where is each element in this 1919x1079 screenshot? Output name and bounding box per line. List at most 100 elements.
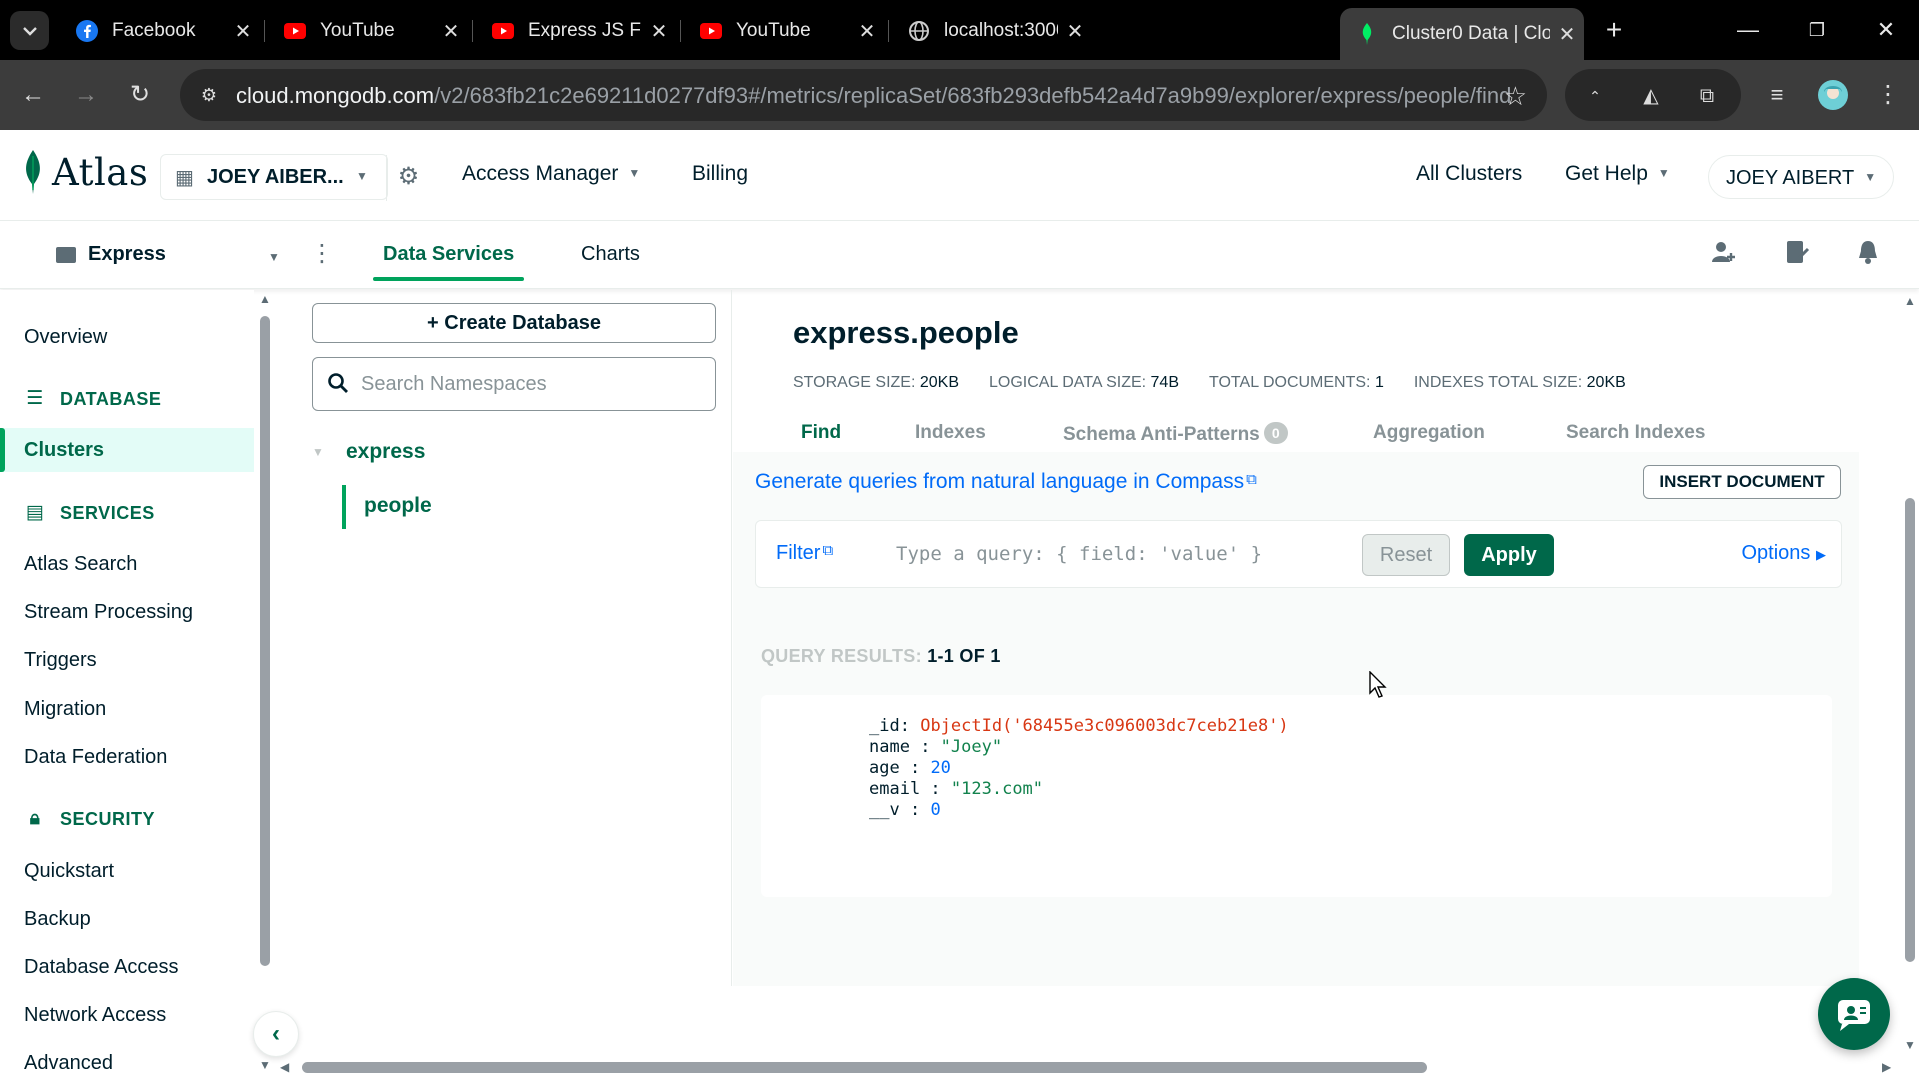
- atlas-top-header: Atlas ▦ JOEY AIBER... ▼ ⚙ Access Manager…: [0, 130, 1919, 221]
- media-control-icon[interactable]: ≡: [1758, 76, 1796, 114]
- caret-down-icon[interactable]: ▼: [268, 250, 280, 264]
- bookmark-star-icon[interactable]: ☆: [1504, 81, 1527, 112]
- services-icon: ▤: [25, 502, 45, 523]
- scroll-up-arrow-icon[interactable]: ▲: [258, 292, 272, 306]
- reload-icon[interactable]: ↻: [121, 76, 159, 114]
- sidebar-item-atlas-search[interactable]: Atlas Search: [24, 553, 137, 576]
- compass-natural-language-link[interactable]: Generate queries from natural language i…: [755, 470, 1257, 494]
- filter-query-input[interactable]: [896, 535, 1346, 573]
- sidebar-item-advanced[interactable]: Advanced: [24, 1052, 113, 1075]
- sidebar-item-backup[interactable]: Backup: [24, 908, 91, 931]
- scrollbar-thumb[interactable]: [260, 316, 270, 966]
- caret-down-icon[interactable]: ▼: [312, 445, 330, 459]
- billing-link[interactable]: Billing: [692, 162, 748, 186]
- profile-avatar-icon[interactable]: [1814, 76, 1852, 114]
- extension-arrow-icon[interactable]: ⌃: [1581, 82, 1609, 110]
- close-window-button[interactable]: ✕: [1864, 10, 1908, 50]
- invite-user-icon[interactable]: [1707, 239, 1741, 273]
- tab-data-services[interactable]: Data Services: [372, 243, 525, 281]
- sidebar-item-clusters[interactable]: Clusters: [24, 439, 104, 462]
- tab-indexes[interactable]: Indexes: [915, 422, 986, 444]
- search-namespaces-field[interactable]: [312, 357, 716, 411]
- address-bar[interactable]: ⚙ cloud.mongodb.com/v2/683fb21c2e69211d0…: [180, 69, 1547, 121]
- tab-schema-anti-patterns[interactable]: Schema Anti-Patterns 0: [1063, 422, 1288, 446]
- site-settings-icon[interactable]: ⚙: [196, 82, 222, 108]
- sidebar-item-overview[interactable]: Overview: [24, 326, 107, 349]
- insert-document-button[interactable]: INSERT DOCUMENT: [1643, 465, 1841, 499]
- access-manager-menu[interactable]: Access Manager ▼: [462, 162, 640, 186]
- scrollbar-thumb[interactable]: [1905, 498, 1915, 962]
- minimize-button[interactable]: —: [1726, 10, 1770, 50]
- browser-tab-cluster0[interactable]: Cluster0 Data | Clo ✕: [1340, 8, 1584, 60]
- close-tab-icon[interactable]: ✕: [1058, 19, 1092, 44]
- all-clusters-link[interactable]: All Clusters: [1416, 162, 1522, 186]
- browser-tab-express-js[interactable]: Express JS Full Cou ✕: [476, 10, 676, 52]
- browser-tab-youtube[interactable]: YouTube ✕: [268, 10, 468, 52]
- puzzle-extensions-icon[interactable]: ⧉: [1693, 82, 1721, 110]
- atlas-logo[interactable]: Atlas: [22, 150, 148, 194]
- close-tab-icon[interactable]: ✕: [1550, 22, 1584, 47]
- browser-toolbar: ← → ↻ ⚙ cloud.mongodb.com/v2/683fb21c2e6…: [0, 60, 1919, 130]
- tab-find[interactable]: Find: [801, 422, 841, 444]
- youtube-icon: [492, 20, 514, 42]
- scroll-down-arrow-icon[interactable]: ▼: [258, 1058, 272, 1072]
- scroll-left-arrow-icon[interactable]: ◀: [280, 1060, 289, 1074]
- extension-icon[interactable]: ◭: [1637, 82, 1665, 110]
- get-help-menu[interactable]: Get Help ▼: [1565, 162, 1670, 186]
- user-menu[interactable]: JOEY AIBERT ▼: [1708, 155, 1894, 199]
- youtube-icon: [284, 20, 306, 42]
- close-tab-icon[interactable]: ✕: [434, 19, 468, 44]
- close-tab-icon[interactable]: ✕: [850, 19, 884, 44]
- filter-label[interactable]: Filter ⧉: [776, 542, 833, 565]
- close-tab-icon[interactable]: ✕: [226, 19, 260, 44]
- sidebar-item-database-access[interactable]: Database Access: [24, 956, 179, 979]
- url-text[interactable]: cloud.mongodb.com/v2/683fb21c2e69211d027…: [236, 83, 1511, 109]
- sidebar-item-stream-processing[interactable]: Stream Processing: [24, 601, 193, 624]
- organization-selector[interactable]: ▦ JOEY AIBER... ▼ ⚙: [160, 154, 419, 201]
- horizontal-scrollbar[interactable]: ◀ ▶: [272, 1058, 1919, 1079]
- main-scrollbar[interactable]: ▲ ▼: [1901, 290, 1919, 1058]
- collapse-sidebar-button[interactable]: ‹: [253, 1011, 299, 1057]
- sidebar-item-data-federation[interactable]: Data Federation: [24, 746, 167, 769]
- back-arrow-icon[interactable]: ←: [14, 76, 52, 114]
- globe-icon: [908, 20, 930, 42]
- sidebar-item-quickstart[interactable]: Quickstart: [24, 860, 114, 883]
- activity-feed-icon[interactable]: [1780, 239, 1814, 273]
- sidebar-item-migration[interactable]: Migration: [24, 698, 106, 721]
- scroll-up-arrow-icon[interactable]: ▲: [1904, 294, 1916, 308]
- sidebar-scrollbar[interactable]: ▲ ▼: [258, 292, 272, 1073]
- options-toggle[interactable]: Options ▶: [1536, 542, 1827, 565]
- gear-icon[interactable]: ⚙: [386, 155, 430, 201]
- extensions-area: ⌃ ◭ ⧉: [1565, 69, 1741, 121]
- browser-tab-youtube-2[interactable]: YouTube ✕: [684, 10, 884, 52]
- browser-tab-localhost[interactable]: localhost:3000 ✕: [892, 10, 1092, 52]
- project-selector[interactable]: Express: [56, 243, 166, 266]
- document-field-version: __v : 0: [869, 800, 941, 820]
- tab-charts[interactable]: Charts: [581, 243, 640, 266]
- sidebar-item-triggers[interactable]: Triggers: [24, 649, 97, 672]
- browser-tab-facebook[interactable]: Facebook ✕: [60, 10, 260, 52]
- browser-menu-icon[interactable]: ⋮: [1869, 76, 1907, 114]
- new-tab-button[interactable]: +: [1597, 14, 1631, 48]
- scrollbar-thumb[interactable]: [302, 1062, 1427, 1073]
- tab-divider: [472, 20, 473, 42]
- forward-arrow-icon[interactable]: →: [67, 76, 105, 114]
- document-card[interactable]: _id: ObjectId('68455e3c096003dc7ceb21e8'…: [761, 695, 1832, 897]
- reset-button[interactable]: Reset: [1362, 534, 1450, 576]
- database-item-express[interactable]: ▼ express: [312, 440, 425, 464]
- scroll-right-arrow-icon[interactable]: ▶: [1882, 1060, 1891, 1074]
- tab-search-indexes[interactable]: Search Indexes: [1566, 422, 1705, 444]
- create-database-button[interactable]: + Create Database: [312, 303, 716, 343]
- scroll-down-arrow-icon[interactable]: ▼: [1904, 1038, 1916, 1052]
- close-tab-icon[interactable]: ✕: [642, 19, 676, 44]
- collection-item-people[interactable]: people: [342, 485, 432, 529]
- tab-aggregation[interactable]: Aggregation: [1373, 422, 1485, 444]
- bell-icon[interactable]: [1851, 239, 1885, 273]
- chat-support-button[interactable]: [1818, 978, 1890, 1050]
- kebab-menu-icon[interactable]: ⋮: [310, 239, 334, 271]
- tab-search-button[interactable]: [10, 11, 49, 50]
- restore-button[interactable]: ❐: [1795, 10, 1839, 50]
- sidebar-item-network-access[interactable]: Network Access: [24, 1004, 166, 1027]
- left-sidebar: Overview ☰ DATABASE Clusters ▤ SERVICES At…: [0, 290, 254, 1079]
- search-namespaces-input[interactable]: [361, 368, 701, 400]
